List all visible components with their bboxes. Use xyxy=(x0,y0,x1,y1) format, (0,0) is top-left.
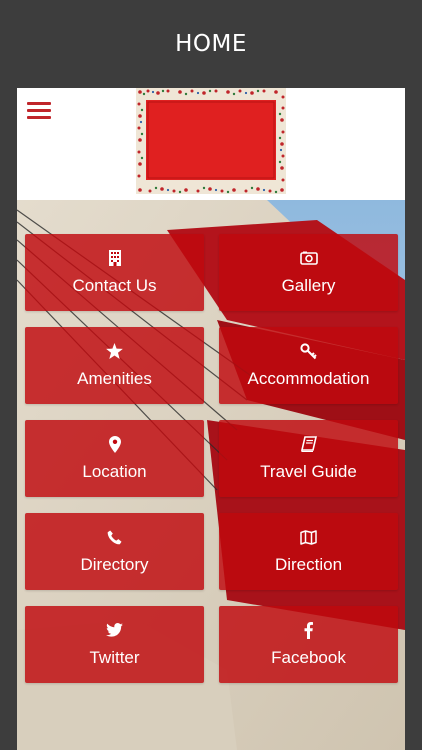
tile-twitter[interactable]: Twitter xyxy=(25,606,204,683)
tile-direction[interactable]: Direction xyxy=(219,513,398,590)
map-icon xyxy=(300,529,317,545)
tile-label: Travel Guide xyxy=(260,462,357,481)
logo xyxy=(136,88,286,194)
tile-label: Amenities xyxy=(77,369,152,388)
phone-icon xyxy=(107,530,122,544)
map-pin-icon xyxy=(108,435,121,453)
title-bar: HOME xyxy=(0,0,422,88)
star-icon xyxy=(106,343,123,359)
tile-travel-guide[interactable]: Travel Guide xyxy=(219,420,398,497)
tile-label: Directory xyxy=(80,555,149,574)
key-icon xyxy=(300,342,317,359)
tile-facebook[interactable]: Facebook xyxy=(219,606,398,683)
tile-label: Twitter xyxy=(89,648,140,667)
hero-image: Contact Us Gallery Amenities Accommodati… xyxy=(17,200,405,750)
tile-accommodation[interactable]: Accommodation xyxy=(219,327,398,404)
tile-label: Contact Us xyxy=(72,276,157,295)
tile-label: Location xyxy=(82,462,147,481)
tile-contact-us[interactable]: Contact Us xyxy=(25,234,204,311)
tile-location[interactable]: Location xyxy=(25,420,204,497)
tile-label: Gallery xyxy=(281,276,336,295)
twitter-icon xyxy=(106,623,123,637)
tile-label: Facebook xyxy=(271,648,346,667)
tile-gallery[interactable]: Gallery xyxy=(219,234,398,311)
facebook-icon xyxy=(304,621,313,639)
app-view: Contact Us Gallery Amenities Accommodati… xyxy=(17,88,405,750)
camera-icon xyxy=(299,251,318,265)
hamburger-menu-icon[interactable] xyxy=(27,102,51,120)
building-icon xyxy=(108,250,121,266)
tile-directory[interactable]: Directory xyxy=(25,513,204,590)
tile-label: Accommodation xyxy=(247,369,370,388)
screen-title: HOME xyxy=(175,31,247,57)
book-icon xyxy=(300,436,317,452)
tile-amenities[interactable]: Amenities xyxy=(25,327,204,404)
tile-label: Direction xyxy=(274,555,343,574)
app-header xyxy=(17,88,405,200)
